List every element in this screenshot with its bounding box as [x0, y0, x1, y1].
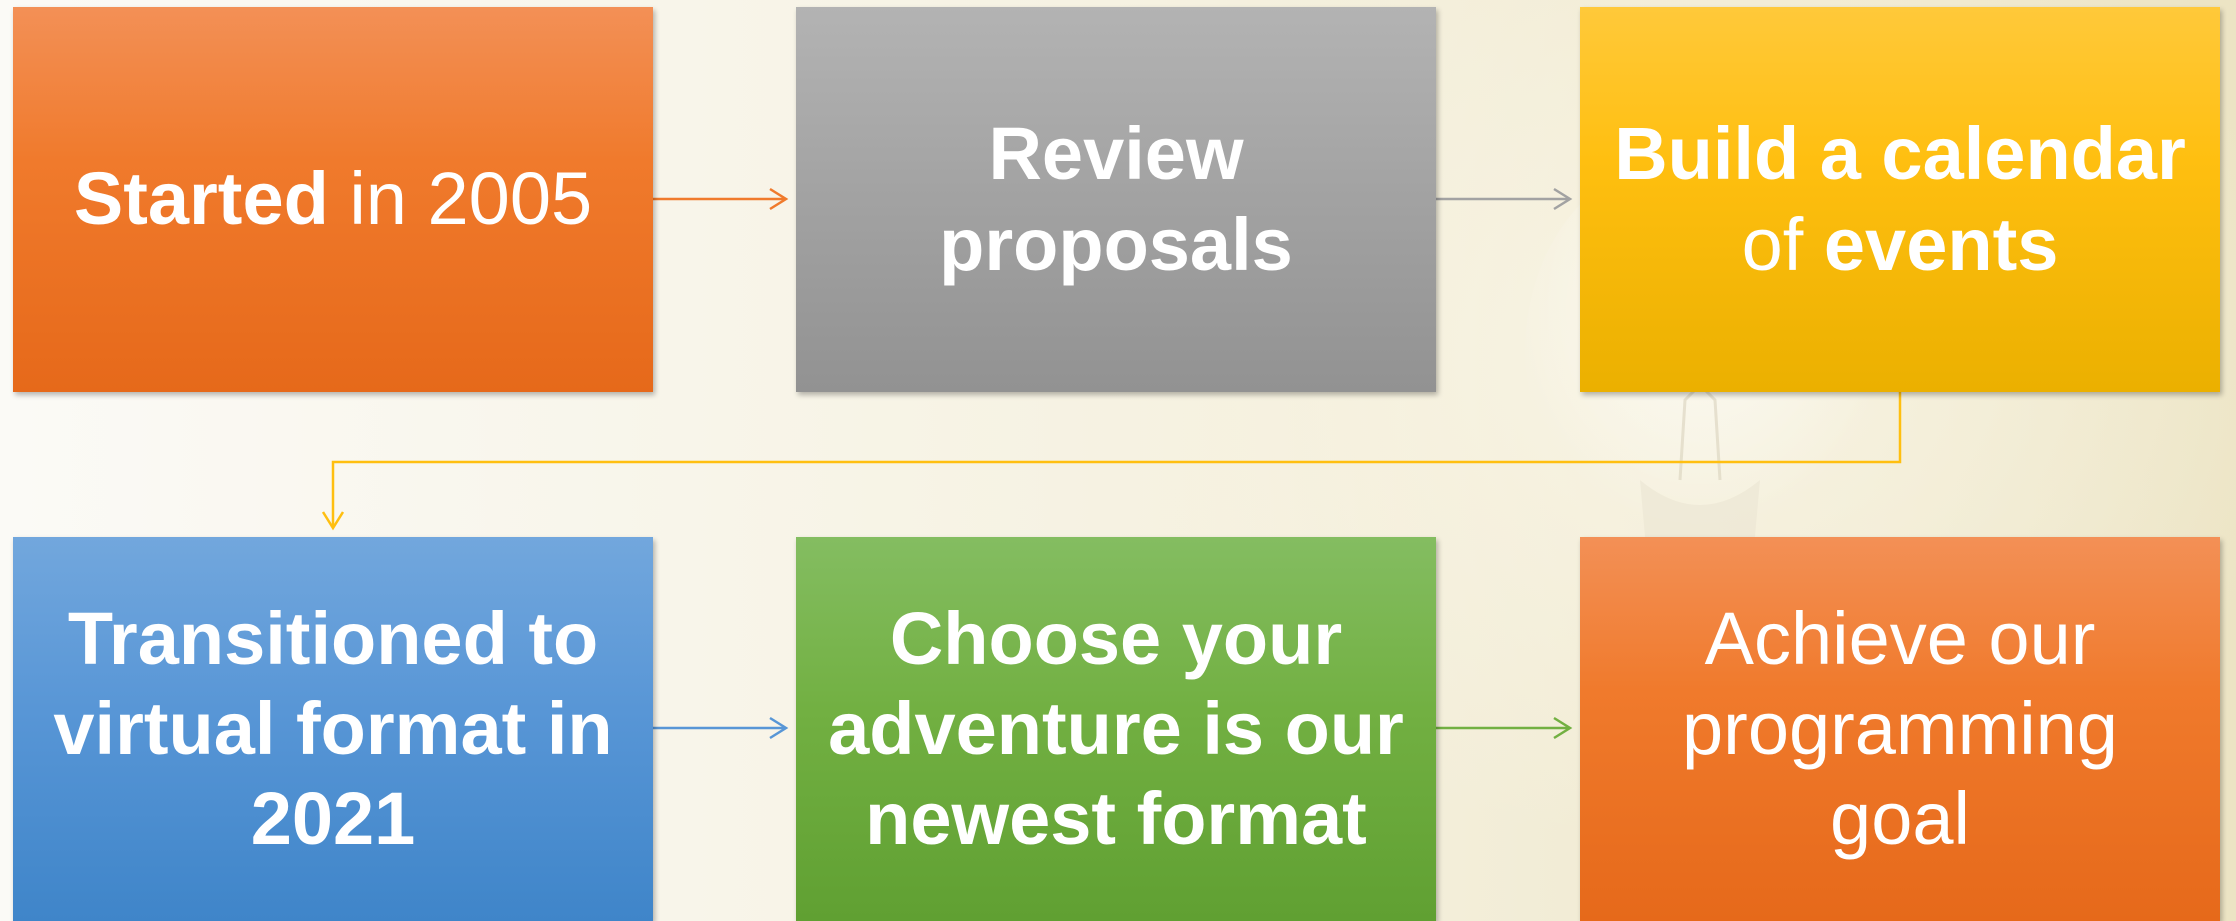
label-part: Review proposals: [939, 112, 1293, 286]
step-label: Achieve our programming goal: [1660, 594, 2140, 865]
step-label: Build a calendar of events: [1610, 109, 2190, 290]
label-part: Transitioned to virtual format in 2021: [53, 596, 613, 861]
arrow-box4-to-box5: [653, 716, 789, 740]
label-part: Build a calendar: [1614, 112, 2186, 196]
label-part: of: [1741, 202, 1824, 286]
step-box-virtual-format: Transitioned to virtual format in 2021: [13, 537, 653, 921]
step-label: Choose your adventure is our newest form…: [820, 594, 1412, 865]
label-part: Achieve our programming goal: [1682, 596, 2118, 861]
step-box-review-proposals: Review proposals: [796, 7, 1436, 392]
arrow-box1-to-box2: [653, 187, 789, 211]
step-box-started: Started in 2005: [13, 7, 653, 392]
step-label: Started in 2005: [74, 154, 592, 244]
label-part: in 2005: [328, 157, 593, 241]
arrow-box2-to-box3: [1436, 187, 1573, 211]
label-part: Started: [73, 157, 329, 241]
arrow-box3-to-box4: [321, 392, 1902, 531]
label-part: Choose your adventure is our newest form…: [828, 596, 1404, 861]
label-part: events: [1823, 202, 2059, 286]
step-box-achieve-goal: Achieve our programming goal: [1580, 537, 2220, 921]
step-label: Review proposals: [936, 109, 1296, 290]
step-box-build-calendar: Build a calendar of events: [1580, 7, 2220, 392]
arrow-box5-to-box6: [1436, 716, 1573, 740]
step-box-choose-adventure: Choose your adventure is our newest form…: [796, 537, 1436, 921]
step-label: Transitioned to virtual format in 2021: [37, 594, 629, 865]
